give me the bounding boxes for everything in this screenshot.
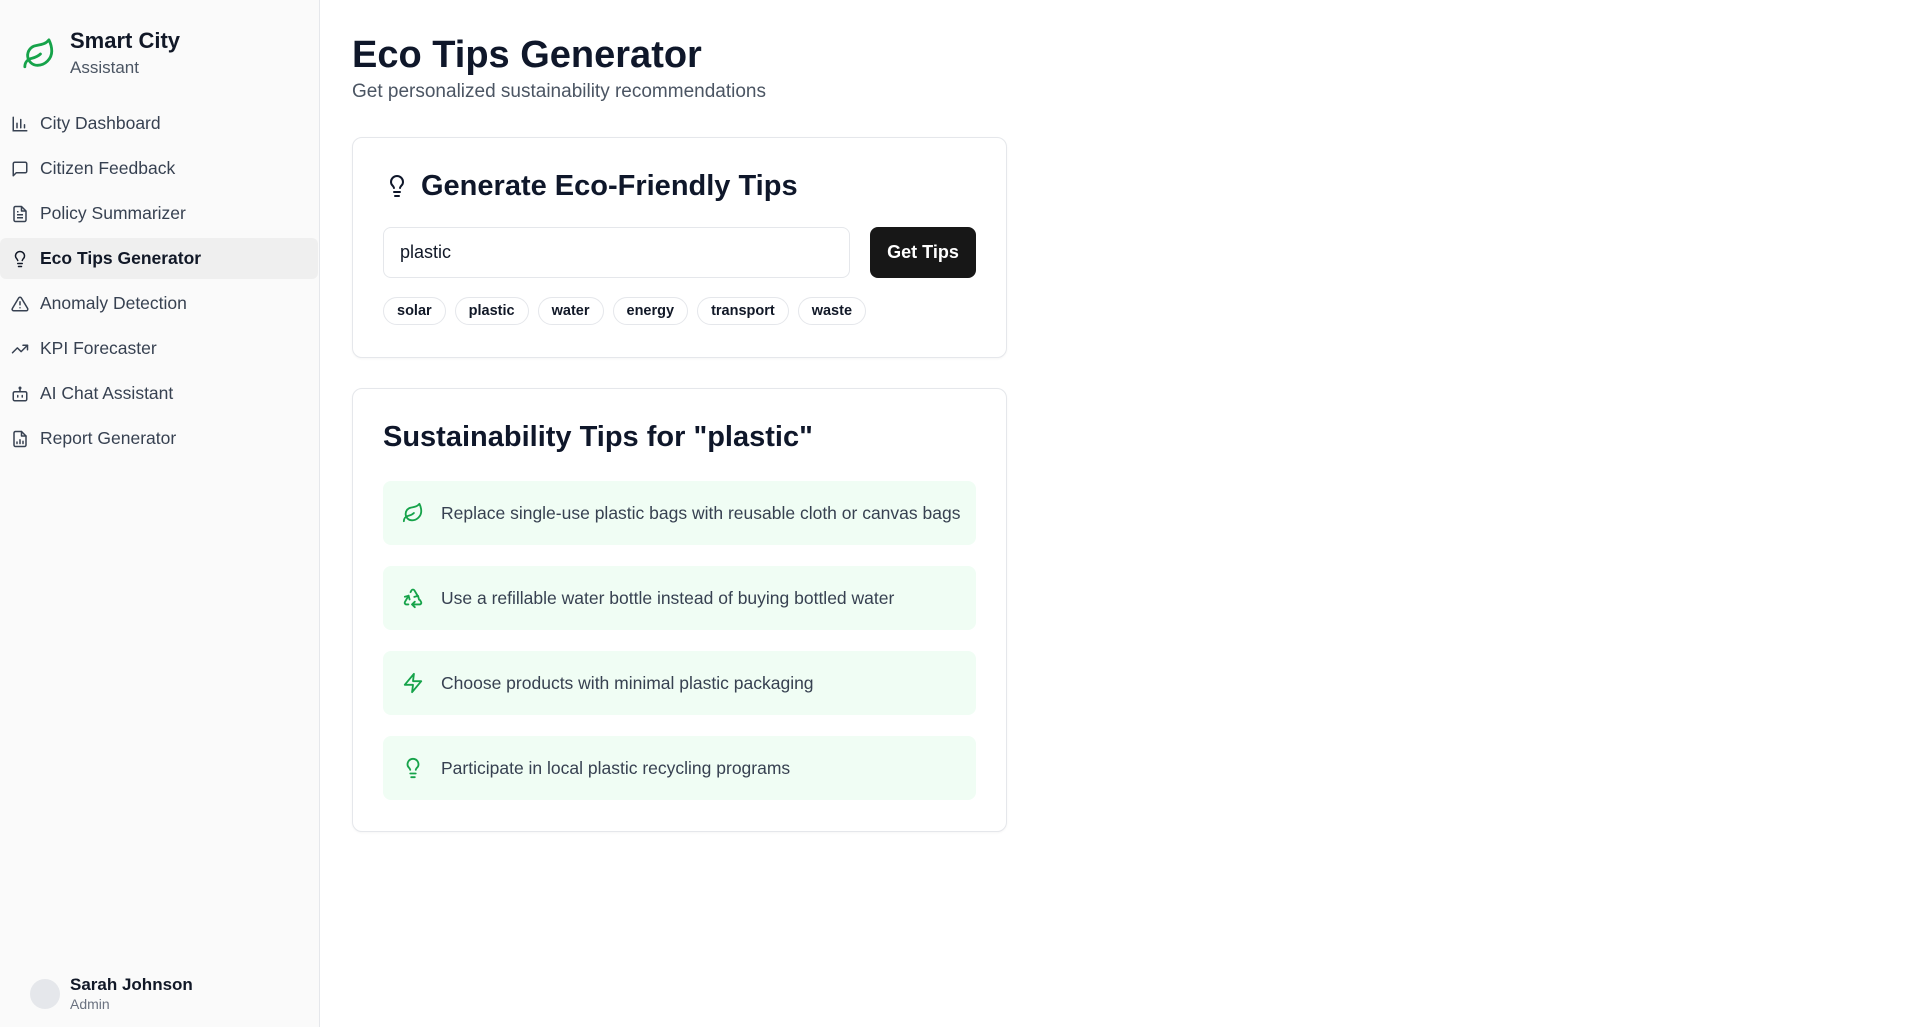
generator-title-text: Generate Eco-Friendly Tips — [421, 169, 798, 202]
alert-triangle-icon — [10, 294, 30, 314]
chip-plastic[interactable]: plastic — [454, 297, 529, 325]
sidebar-item-anomaly-detection[interactable]: Anomaly Detection — [0, 283, 318, 324]
list-item: Choose products with minimal plastic pac… — [383, 651, 976, 715]
chip-waste[interactable]: waste — [797, 297, 867, 325]
chip-transport[interactable]: transport — [697, 297, 789, 325]
list-item: Participate in local plastic recycling p… — [383, 736, 976, 800]
file-chart-icon — [10, 429, 30, 449]
leaf-icon — [20, 35, 58, 73]
get-tips-button[interactable]: Get Tips — [870, 227, 976, 278]
sidebar-item-label: City Dashboard — [40, 113, 161, 133]
sidebar-item-report-generator[interactable]: Report Generator — [0, 418, 318, 459]
bot-icon — [10, 384, 30, 404]
app-root: Smart City Assistant City Dashboard Citi… — [0, 0, 1919, 1027]
generator-row: plastic Get Tips — [383, 227, 976, 278]
page-subtitle: Get personalized sustainability recommen… — [352, 81, 766, 102]
trending-up-icon — [10, 339, 30, 359]
message-square-icon — [10, 159, 30, 179]
user-name: Sarah Johnson — [70, 975, 193, 994]
sidebar-item-city-dashboard[interactable]: City Dashboard — [0, 103, 318, 144]
sidebar-item-label: Anomaly Detection — [40, 293, 187, 313]
user-role: Admin — [70, 996, 110, 1012]
chip-water[interactable]: water — [537, 297, 604, 325]
sidebar-item-label: KPI Forecaster — [40, 338, 157, 358]
tip-text: Choose products with minimal plastic pac… — [441, 672, 814, 693]
sidebar-item-kpi-forecaster[interactable]: KPI Forecaster — [0, 328, 318, 369]
tips-list: Replace single-use plastic bags with reu… — [383, 481, 976, 800]
tip-text: Use a refillable water bottle instead of… — [441, 587, 895, 608]
chip-energy[interactable]: energy — [612, 297, 689, 325]
lightbulb-icon — [383, 172, 411, 200]
page-title: Eco Tips Generator — [352, 34, 702, 76]
generator-card-title: Generate Eco-Friendly Tips — [383, 166, 976, 206]
app-title: Smart City — [70, 28, 181, 53]
sidebar-item-label: Report Generator — [40, 428, 177, 448]
file-text-icon — [10, 204, 30, 224]
app-subtitle: Assistant — [70, 58, 139, 77]
recycle-icon — [401, 586, 425, 610]
leaf-icon — [401, 501, 425, 525]
list-item: Replace single-use plastic bags with reu… — [383, 481, 976, 545]
bar-chart-icon — [10, 114, 30, 134]
lightbulb-icon — [10, 249, 30, 269]
generator-card: Generate Eco-Friendly Tips plastic Get T… — [352, 137, 1007, 358]
chip-solar[interactable]: solar — [383, 297, 446, 325]
avatar — [30, 979, 60, 1009]
topic-chips: solar plastic water energy transport was… — [383, 297, 976, 325]
brand: Smart City Assistant — [0, 0, 319, 82]
list-item: Use a refillable water bottle instead of… — [383, 566, 976, 630]
sidebar: Smart City Assistant City Dashboard Citi… — [0, 0, 320, 1027]
tip-text: Participate in local plastic recycling p… — [441, 757, 791, 778]
sidebar-item-citizen-feedback[interactable]: Citizen Feedback — [0, 148, 318, 189]
results-title: Sustainability Tips for "plastic" — [383, 421, 813, 453]
lightbulb-icon — [401, 756, 425, 780]
sidebar-item-eco-tips-generator[interactable]: Eco Tips Generator — [0, 238, 318, 279]
sidebar-item-label: Eco Tips Generator — [40, 248, 202, 268]
sidebar-item-policy-summarizer[interactable]: Policy Summarizer — [0, 193, 318, 234]
sidebar-item-ai-chat-assistant[interactable]: AI Chat Assistant — [0, 373, 318, 414]
zap-icon — [401, 671, 425, 695]
sidebar-item-label: Citizen Feedback — [40, 158, 176, 178]
main-content: Eco Tips Generator Get personalized sust… — [320, 0, 1919, 1027]
tip-text: Replace single-use plastic bags with reu… — [441, 502, 961, 523]
sidebar-item-label: AI Chat Assistant — [40, 383, 174, 403]
user-profile[interactable]: Sarah Johnson Admin — [30, 975, 193, 1013]
results-card: Sustainability Tips for "plastic" Replac… — [352, 388, 1007, 832]
sidebar-nav: City Dashboard Citizen Feedback Policy S… — [0, 103, 319, 459]
sidebar-item-label: Policy Summarizer — [40, 203, 186, 223]
topic-input[interactable]: plastic — [383, 227, 850, 278]
